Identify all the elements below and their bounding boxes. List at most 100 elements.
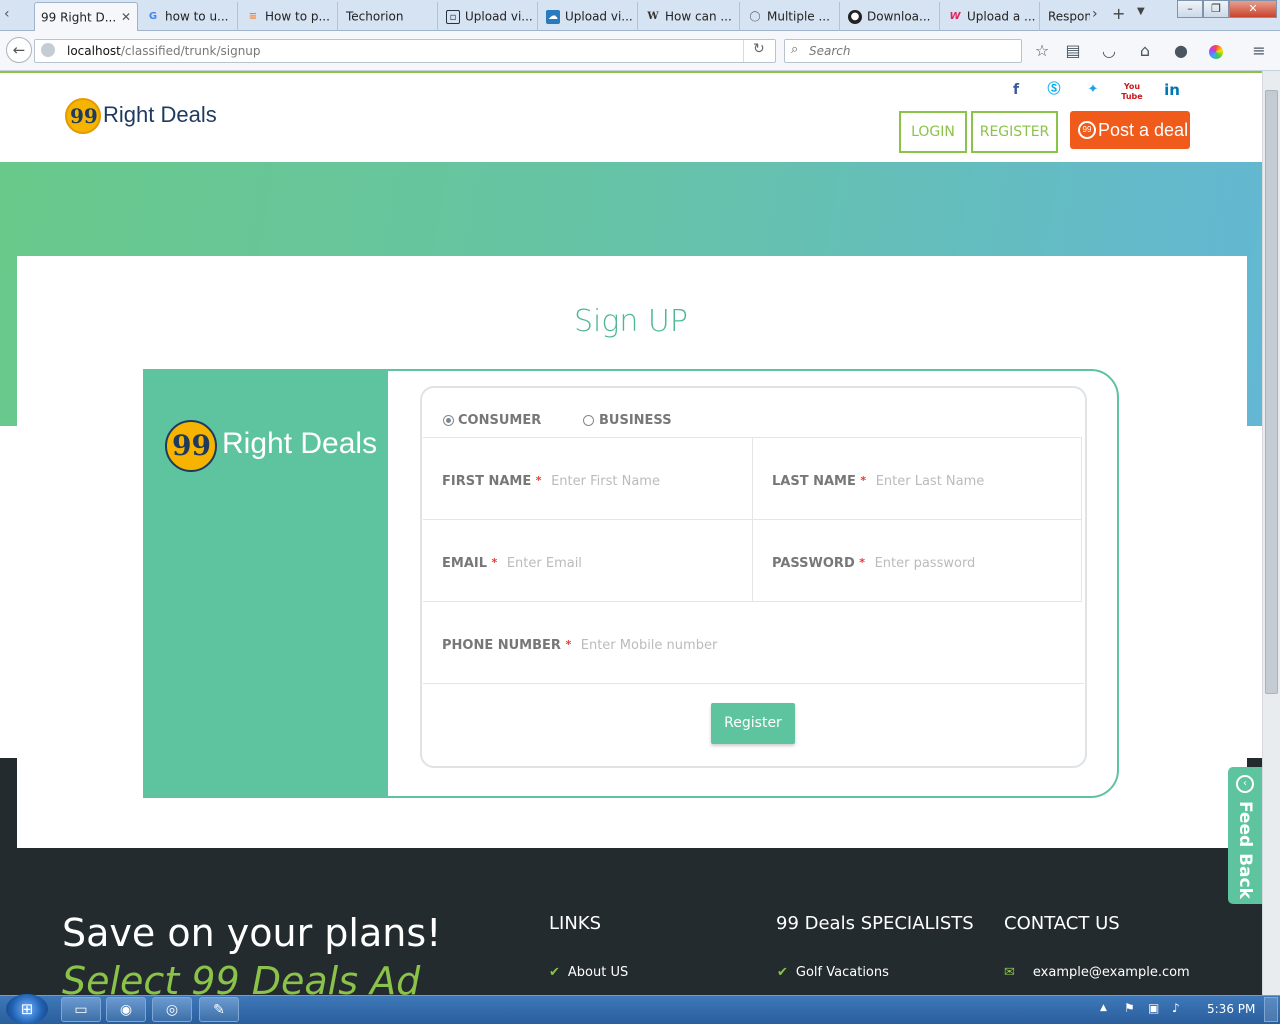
register-nav-button[interactable]: REGISTER [971,111,1058,153]
wikipedia-icon: W [647,10,659,22]
tab-scroll-left-icon[interactable]: ‹ [4,6,10,22]
github-icon: ● [848,9,862,24]
tab-download[interactable]: ● Downloa... [842,2,940,31]
column-divider [752,437,753,601]
phone-input[interactable]: Enter Mobile number [581,638,718,653]
password-input[interactable]: Enter password [875,556,976,571]
consumer-radio[interactable] [443,415,454,426]
consumer-label[interactable]: CONSUMER [458,413,541,428]
facebook-icon[interactable]: f [1005,80,1027,100]
tab-scroll-right-icon[interactable]: › [1092,6,1098,22]
tray-flag-icon[interactable]: ⚑ [1124,1001,1135,1015]
new-tab-icon[interactable]: + [1112,4,1125,23]
url-divider [743,40,744,62]
email-label: EMAIL [442,556,487,571]
twitter-icon[interactable]: ✦ [1082,80,1104,100]
window-close-icon[interactable]: ✕ [1229,0,1277,18]
register-button[interactable]: Register [711,703,795,744]
tab-label: Downloa... [867,9,931,24]
color-picker-icon[interactable] [1205,40,1227,62]
first-name-input[interactable]: Enter First Name [551,474,660,489]
reading-list-icon[interactable]: ▤ [1062,40,1084,62]
feedback-tab[interactable]: ‹ Feed Back [1228,767,1262,904]
footer-specialist-label: Golf Vacations [795,965,889,980]
url-bar[interactable]: localhost/classified/trunk/signup ↻ [34,39,776,63]
tab-multiple[interactable]: ◯ Multiple ... [742,2,840,31]
required-mark: * [860,474,867,487]
minimize-icon[interactable]: – [1177,0,1203,18]
password-label: PASSWORD [772,556,855,571]
check-icon: ✔ [549,965,560,980]
site-info-icon[interactable] [41,43,55,57]
tab-how-to-p[interactable]: ≡ How to p... [240,2,338,31]
linkedin-icon[interactable]: in [1161,80,1183,100]
menu-icon[interactable]: ≡ [1248,40,1270,62]
password-field[interactable]: PASSWORD * Enter password [772,556,975,571]
panel-logo-mark-text: 99 [172,429,211,462]
tray-network-icon[interactable]: ▣ [1148,1001,1159,1015]
first-name-field[interactable]: FIRST NAME * Enter First Name [442,474,660,489]
restore-icon[interactable]: ❐ [1203,0,1229,18]
home-icon[interactable]: ⌂ [1134,40,1156,62]
business-label[interactable]: BUSINESS [599,413,672,428]
footer-specialist-golf[interactable]: ✔ Golf Vacations [777,965,889,980]
row-divider [423,601,1082,602]
email-field[interactable]: EMAIL * Enter Email [442,556,582,571]
phone-field[interactable]: PHONE NUMBER * Enter Mobile number [442,638,717,653]
skype-icon[interactable]: Ⓢ [1043,80,1065,100]
last-name-label: LAST NAME [772,474,856,489]
stackoverflow-icon: ≡ [248,10,258,22]
tab-label: Respon [1048,9,1090,24]
feedback-icon: ‹ [1236,775,1254,793]
logo-text[interactable]: Right Deals [103,102,217,128]
chrome-icon[interactable]: ◎ [152,997,192,1022]
tab-label: Multiple ... [767,9,830,24]
row-divider [423,683,1084,684]
footer-email-text: example@example.com [1032,965,1190,980]
check-icon: ✔ [777,965,788,980]
clock[interactable]: 5:36 PM [1207,1002,1255,1016]
tab-how-can[interactable]: W How can ... [640,2,740,31]
w-logo-icon: W [949,10,961,22]
tab-respon[interactable]: Respon [1042,2,1090,31]
tab-list-icon[interactable]: ▼ [1137,6,1145,17]
login-button[interactable]: LOGIN [899,111,967,153]
email-input[interactable]: Enter Email [507,556,582,571]
footer-link-about[interactable]: ✔ About US [549,965,628,980]
business-radio[interactable] [583,415,594,426]
file-explorer-icon[interactable]: ▭ [61,997,101,1022]
logo-mark-text: 99 [70,104,98,128]
tab-upload-a[interactable]: W Upload a ... [942,2,1040,31]
search-bar[interactable]: ⌕ Search [784,39,1022,63]
reload-icon[interactable]: ↻ [753,41,765,57]
bookmark-star-icon[interactable]: ☆ [1031,40,1053,62]
last-name-input[interactable]: Enter Last Name [876,474,985,489]
tab-99-right-deals[interactable]: 99 Right D... ✕ [34,2,138,31]
scrollbar-thumb[interactable] [1265,90,1278,694]
tab-upload-vi-2[interactable]: ☁ Upload vi... [540,2,638,31]
show-desktop-button[interactable] [1264,997,1278,1022]
first-name-label: FIRST NAME [442,474,532,489]
required-mark: * [565,638,572,651]
feedback-label: Feed Back [1235,801,1255,899]
required-mark: * [859,556,866,569]
pocket-icon[interactable]: ◡ [1098,40,1120,62]
youtube-icon[interactable]: You Tube [1121,80,1143,101]
tab-techorion[interactable]: Techorion [340,2,438,31]
tab-how-to-u[interactable]: Ghow to u... [140,2,238,31]
chat-icon[interactable]: ● [1170,40,1192,62]
logo-mark-icon[interactable]: 99 [65,98,101,134]
last-name-field[interactable]: LAST NAME * Enter Last Name [772,474,984,489]
firefox-icon[interactable]: ◉ [106,997,146,1022]
notepad-icon[interactable]: ✎ [199,997,239,1022]
close-tab-icon[interactable]: ✕ [121,3,131,31]
start-button-icon[interactable]: ⊞ [6,994,48,1024]
tray-volume-icon[interactable]: ♪ [1172,1001,1180,1015]
post-deal-button[interactable]: 99 Post a deal [1070,111,1190,149]
footer-links-title: LINKS [549,913,602,934]
tab-upload-vi-1[interactable]: ▫ Upload vi... [440,2,538,31]
browser-tab-strip: 99 Right D... ✕ ‹ Ghow to u... ≡ How to p… [0,0,1280,31]
tray-expand-icon[interactable]: ▲ [1100,1003,1107,1013]
back-icon[interactable]: ← [6,37,32,63]
footer-contact-email[interactable]: ✉ example@example.com [1004,965,1190,980]
